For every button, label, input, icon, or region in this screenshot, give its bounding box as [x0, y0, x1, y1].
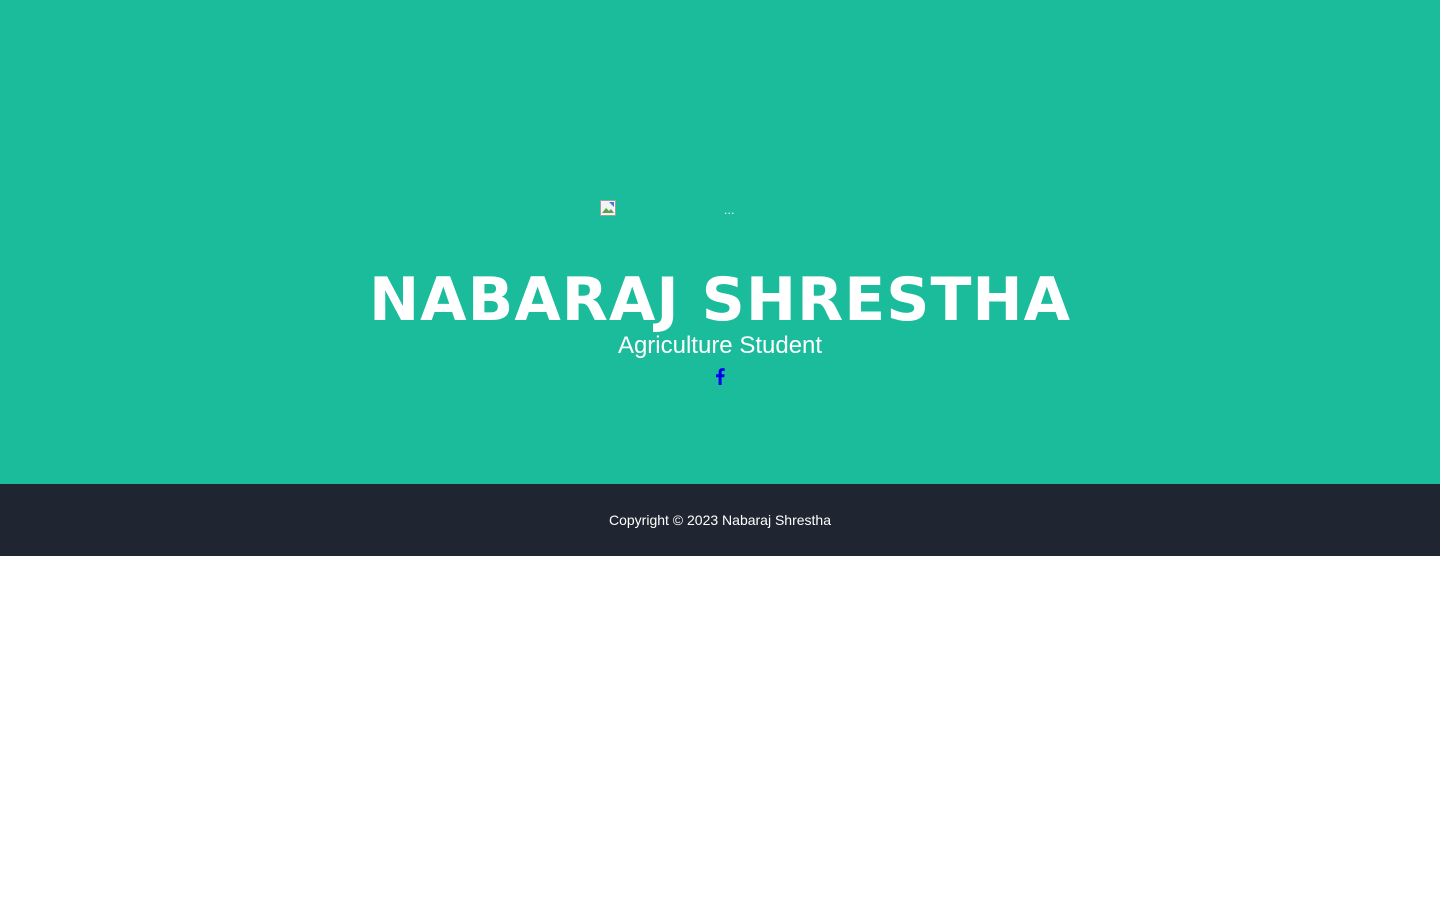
subtitle: Agriculture Student [617, 332, 823, 359]
broken-image-icon [600, 200, 616, 216]
avatar-alt-text: ... [724, 204, 735, 217]
footer: Copyright © 2023 Nabaraj Shrestha [0, 484, 1440, 556]
facebook-link[interactable] [712, 366, 728, 386]
page-title: NABARAJ SHRESTHA [368, 265, 1072, 335]
avatar: ... [600, 200, 840, 220]
facebook-icon [716, 368, 725, 385]
copyright-text: Copyright © 2023 Nabaraj Shrestha [609, 512, 831, 528]
hero-section: ... NABARAJ SHRESTHA Agriculture Student [0, 0, 1440, 484]
